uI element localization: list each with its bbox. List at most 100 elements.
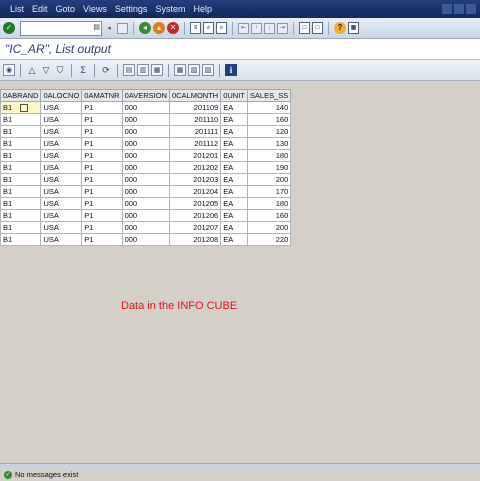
last-page-icon[interactable]: ⇥	[277, 22, 288, 34]
table-cell[interactable]: USA	[40, 197, 83, 210]
table-row[interactable]: B1 USA P1 000 201203 EA 200	[0, 173, 292, 186]
table-cell[interactable]: 000	[121, 209, 170, 222]
table-cell[interactable]: P1	[81, 113, 123, 126]
table-cell[interactable]: EA	[220, 209, 248, 222]
column-header[interactable]: 0ABRAND	[0, 89, 42, 102]
table-cell[interactable]: USA	[40, 137, 83, 150]
table-cell[interactable]: 201206	[168, 209, 222, 222]
command-field[interactable]: ▤	[20, 20, 102, 36]
table-cell[interactable]: 201205	[168, 197, 222, 210]
table-cell[interactable]: USA	[40, 101, 83, 114]
menu-edit[interactable]: Edit	[28, 4, 52, 14]
table-row[interactable]: B1 USA P1 000 201110 EA 160	[0, 113, 292, 126]
table-cell[interactable]: 200	[246, 173, 292, 186]
column-header[interactable]: 0AMATNR	[81, 89, 123, 102]
table-cell[interactable]: B1	[0, 173, 42, 186]
total-icon[interactable]: Σ	[77, 64, 89, 76]
table-cell[interactable]: B1	[0, 137, 42, 150]
table-cell[interactable]: EA	[220, 149, 248, 162]
table-cell[interactable]: 000	[121, 221, 170, 234]
table-cell[interactable]: 180	[246, 149, 292, 162]
table-cell[interactable]: B1	[0, 113, 42, 126]
table-cell[interactable]: P1	[81, 221, 123, 234]
table-row[interactable]: B1 USA P1 000 201207 EA 200	[0, 221, 292, 234]
change-layout-icon[interactable]: ▦	[174, 64, 186, 76]
table-cell[interactable]: P1	[81, 149, 123, 162]
table-row[interactable]: B1 USA P1 000 201109 EA 140	[0, 101, 292, 114]
table-cell[interactable]: P1	[81, 161, 123, 174]
table-cell[interactable]: 180	[246, 197, 292, 210]
table-cell[interactable]: 000	[121, 161, 170, 174]
table-row[interactable]: B1 USA P1 000 201208 EA 220	[0, 233, 292, 246]
table-cell[interactable]: 000	[121, 113, 170, 126]
table-cell[interactable]: P1	[81, 209, 123, 222]
table-cell[interactable]: P1	[81, 125, 123, 138]
menu-settings[interactable]: Settings	[111, 4, 152, 14]
table-cell[interactable]: EA	[220, 137, 248, 150]
table-cell[interactable]: EA	[220, 161, 248, 174]
find-next-icon[interactable]: ⌕	[216, 22, 227, 34]
table-cell[interactable]: 190	[246, 161, 292, 174]
table-cell[interactable]: 120	[246, 125, 292, 138]
table-cell[interactable]: EA	[220, 101, 248, 114]
table-cell[interactable]: 200	[246, 221, 292, 234]
table-cell[interactable]: USA	[40, 185, 83, 198]
value-help-icon[interactable]	[20, 104, 29, 112]
table-cell[interactable]: 201112	[168, 137, 222, 150]
table-cell[interactable]: 201203	[168, 173, 222, 186]
table-cell[interactable]: 160	[246, 113, 292, 126]
new-session-icon[interactable]: □	[299, 22, 310, 34]
next-page-icon[interactable]: ↓	[264, 22, 275, 34]
table-cell[interactable]: P1	[81, 101, 123, 114]
table-cell[interactable]: 000	[121, 101, 170, 114]
table-cell[interactable]: 130	[246, 137, 292, 150]
table-cell[interactable]: 201109	[168, 101, 222, 114]
menu-views[interactable]: Views	[79, 4, 111, 14]
table-cell[interactable]: 201201	[168, 149, 222, 162]
table-cell[interactable]: B1	[0, 149, 42, 162]
table-row[interactable]: B1 USA P1 000 201206 EA 160	[0, 209, 292, 222]
table-cell[interactable]: USA	[40, 173, 83, 186]
menu-system[interactable]: System	[151, 4, 189, 14]
table-cell[interactable]: USA	[40, 161, 83, 174]
table-cell[interactable]: USA	[40, 113, 83, 126]
table-row[interactable]: B1 USA P1 000 201201 EA 180	[0, 149, 292, 162]
table-cell[interactable]: B1	[0, 221, 42, 234]
details-icon[interactable]: ◉	[3, 64, 15, 76]
table-cell[interactable]: 000	[121, 137, 170, 150]
table-cell[interactable]: B1	[0, 197, 42, 210]
save-icon[interactable]: ◂	[103, 22, 115, 34]
filter-icon[interactable]: ⛉	[54, 64, 66, 76]
table-cell[interactable]: 201208	[168, 233, 222, 246]
table-cell[interactable]: EA	[220, 125, 248, 138]
table-cell[interactable]: 201110	[168, 113, 222, 126]
minimize-icon[interactable]	[442, 4, 452, 14]
info-icon[interactable]: i	[225, 64, 237, 76]
column-header[interactable]: 0CALMONTH	[168, 89, 222, 102]
exit-icon[interactable]: ▴	[153, 22, 165, 34]
column-header[interactable]: 0UNIT	[220, 89, 248, 102]
menu-list[interactable]: List	[6, 4, 28, 14]
table-cell[interactable]: EA	[220, 113, 248, 126]
save-layout-icon[interactable]: ▨	[202, 64, 214, 76]
table-cell[interactable]: 000	[121, 185, 170, 198]
table-cell[interactable]: USA	[40, 149, 83, 162]
table-cell[interactable]: 170	[246, 185, 292, 198]
table-cell[interactable]: B1	[0, 125, 42, 138]
column-header[interactable]: SALES_SS	[246, 89, 292, 102]
table-cell[interactable]: B1	[0, 161, 42, 174]
table-cell[interactable]: P1	[81, 185, 123, 198]
table-cell[interactable]: B1	[0, 185, 42, 198]
export-icon[interactable]: ▤	[123, 64, 135, 76]
table-cell[interactable]: P1	[81, 137, 123, 150]
table-cell[interactable]: B1	[0, 101, 42, 114]
table-cell[interactable]: 000	[121, 149, 170, 162]
table-cell[interactable]: 000	[121, 173, 170, 186]
table-cell[interactable]: 000	[121, 233, 170, 246]
table-cell[interactable]: EA	[220, 173, 248, 186]
menu-help[interactable]: Help	[189, 4, 216, 14]
close-window-icon[interactable]	[466, 4, 476, 14]
table-row[interactable]: B1 USA P1 000 201202 EA 190	[0, 161, 292, 174]
table-cell[interactable]: EA	[220, 221, 248, 234]
enter-icon[interactable]: ✓	[3, 22, 15, 34]
